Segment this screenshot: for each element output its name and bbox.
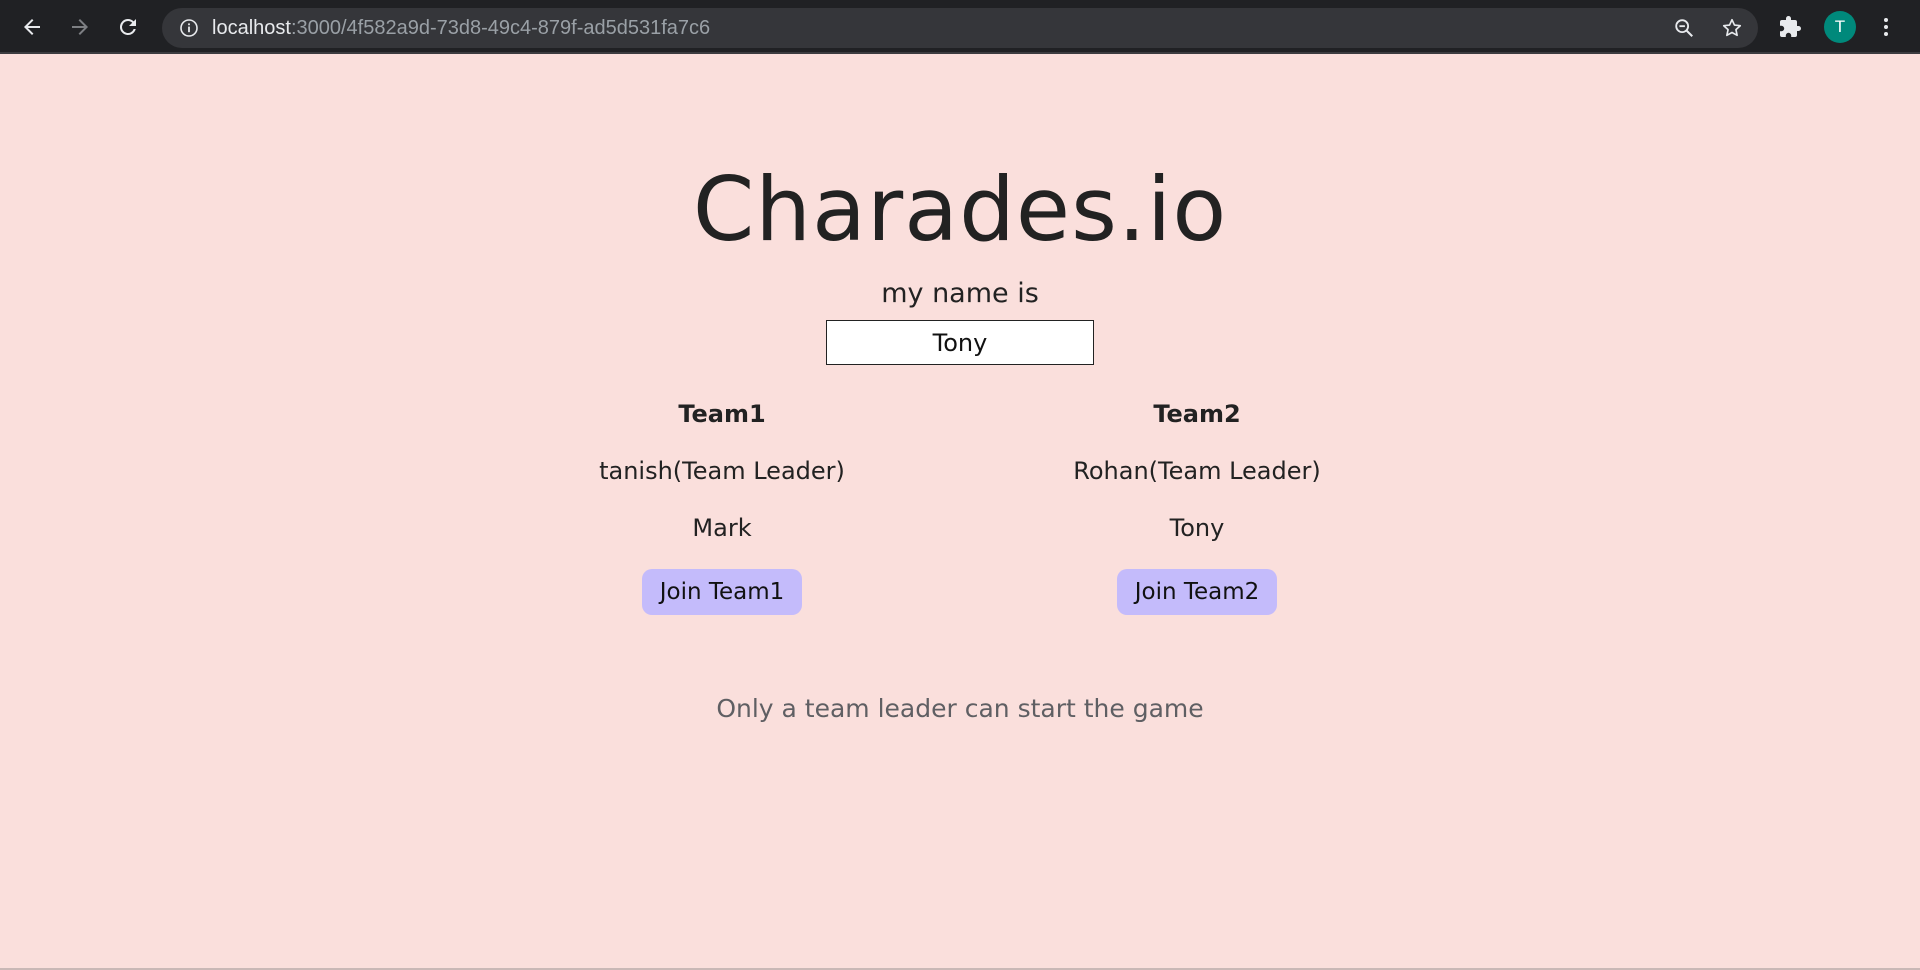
back-button[interactable] — [14, 9, 50, 45]
name-label: my name is — [881, 278, 1039, 309]
reload-icon — [119, 18, 136, 35]
zoom-button[interactable] — [1670, 16, 1698, 40]
page-title: Charades.io — [692, 158, 1228, 261]
zoom-out-icon — [1675, 19, 1693, 37]
url-text[interactable]: localhost:3000/4f582a9d-73d8-49c4-879f-a… — [212, 8, 710, 48]
team1-title: Team1 — [678, 400, 766, 428]
team2-member: Rohan(Team Leader) — [1073, 457, 1321, 485]
page-content: Charades.io my name is Team1 tanish(Team… — [0, 56, 1920, 970]
team2-member: Tony — [1169, 514, 1225, 542]
team1-member: Mark — [692, 514, 752, 542]
site-info-icon[interactable] — [179, 18, 199, 38]
name-input[interactable] — [826, 320, 1094, 365]
team2-panel: Team2 Rohan(Team Leader) Tony Join Team2 — [1037, 396, 1357, 615]
join-team2-button[interactable]: Join Team2 — [1116, 569, 1278, 615]
team2-title: Team2 — [1153, 400, 1241, 428]
back-arrow-icon — [24, 19, 40, 35]
puzzle-icon — [1780, 16, 1801, 37]
more-vert-icon — [1884, 18, 1888, 36]
team1-panel: Team1 tanish(Team Leader) Mark Join Team… — [562, 396, 882, 615]
extensions-button[interactable] — [1772, 9, 1808, 45]
reload-button[interactable] — [110, 9, 146, 45]
url-host: localhost — [212, 17, 291, 39]
browser-menu-button[interactable] — [1868, 9, 1904, 45]
url-path: :3000/4f582a9d-73d8-49c4-879f-ad5d531fa7… — [290, 17, 711, 39]
browser-toolbar: localhost:3000/4f582a9d-73d8-49c4-879f-a… — [0, 0, 1920, 54]
star-icon — [1722, 18, 1742, 37]
forward-arrow-icon — [72, 19, 88, 35]
join-team1-button[interactable]: Join Team1 — [641, 569, 803, 615]
start-game-note: Only a team leader can start the game — [716, 694, 1204, 723]
team1-member: tanish(Team Leader) — [599, 457, 845, 485]
bookmark-button[interactable] — [1718, 16, 1746, 40]
forward-button[interactable] — [62, 9, 98, 45]
profile-avatar[interactable]: T — [1824, 11, 1856, 43]
address-bar[interactable]: localhost:3000/4f582a9d-73d8-49c4-879f-a… — [162, 8, 1758, 48]
